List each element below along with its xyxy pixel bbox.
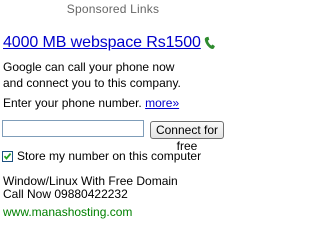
ad-headline-row: 4000 MB webspace Rs1500 xyxy=(3,34,216,52)
ad-body-line: and connect you to this company. xyxy=(3,76,181,90)
phone-number-input[interactable] xyxy=(2,120,144,137)
phone-icon xyxy=(204,36,216,50)
connect-for-free-button[interactable]: Connect for free xyxy=(150,121,224,153)
more-link[interactable]: more» xyxy=(145,96,179,110)
checkmark-icon xyxy=(3,152,12,160)
sponsored-links-label: Sponsored Links xyxy=(66,2,160,16)
phone-prompt-text: Enter your phone number. xyxy=(3,96,142,110)
ad-body-line: Google can call your phone now xyxy=(3,60,175,74)
ad-display-url[interactable]: www.manashosting.com xyxy=(3,205,132,219)
ad-headline-link[interactable]: 4000 MB webspace Rs1500 xyxy=(3,34,201,52)
store-number-checkbox[interactable] xyxy=(2,150,13,162)
store-number-row: Store my number on this computer xyxy=(2,149,201,163)
ad-description: Window/Linux With Free Domain Call Now 0… xyxy=(3,175,178,201)
phone-prompt-row: Enter your phone number. more» xyxy=(3,96,179,110)
ad-body-text: Google can call your phone now and conne… xyxy=(3,59,225,91)
store-number-label: Store my number on this computer xyxy=(17,149,202,163)
ad-description-line: Call Now 09880422232 xyxy=(3,187,128,201)
sponsored-ad-unit: Sponsored Links 4000 MB webspace Rs1500 … xyxy=(0,0,226,223)
